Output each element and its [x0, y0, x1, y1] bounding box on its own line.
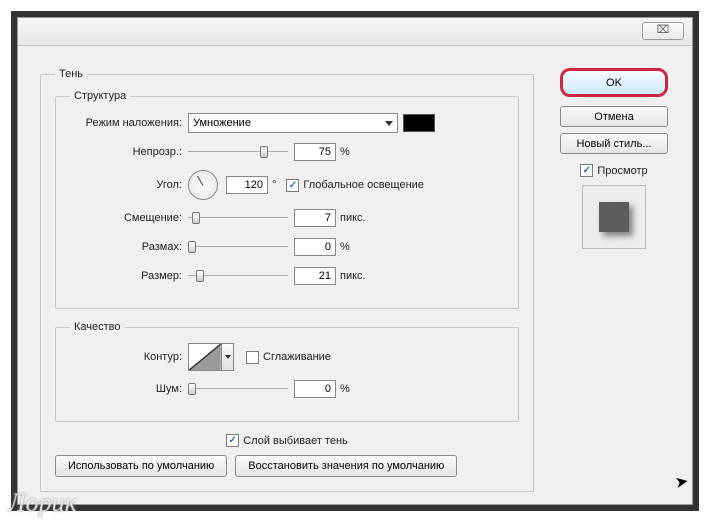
structure-group: Структура Режим наложения: Умножение — [55, 90, 519, 309]
spread-input[interactable] — [294, 238, 336, 256]
opacity-input[interactable] — [294, 143, 336, 161]
blend-mode-label: Режим наложения: — [70, 117, 188, 129]
make-default-button[interactable]: Использовать по умолчанию — [55, 455, 227, 477]
size-unit: пикс. — [340, 270, 366, 282]
spread-label: Размах: — [70, 241, 188, 253]
antialias-checkbox[interactable] — [246, 351, 259, 364]
chevron-down-icon — [385, 121, 393, 126]
quality-group: Качество Контур: — [55, 321, 519, 422]
contour-icon — [189, 344, 221, 370]
spread-unit: % — [340, 241, 350, 253]
preview-swatch — [599, 202, 629, 232]
slider-thumb[interactable] — [188, 241, 196, 253]
ok-button[interactable]: OK — [560, 68, 668, 97]
antialias-label[interactable]: Сглаживание — [263, 351, 331, 363]
new-style-button[interactable]: Новый стиль... — [560, 133, 668, 154]
noise-label: Шум: — [70, 383, 188, 395]
noise-input[interactable] — [294, 380, 336, 398]
angle-degree: ° — [272, 179, 276, 191]
noise-unit: % — [340, 383, 350, 395]
quality-legend: Качество — [70, 321, 125, 333]
size-input[interactable] — [294, 267, 336, 285]
blend-mode-value: Умножение — [193, 117, 251, 129]
opacity-unit: % — [340, 146, 350, 158]
titlebar: ⌧ — [18, 18, 692, 46]
global-light-checkbox[interactable] — [286, 179, 299, 192]
angle-input[interactable] — [226, 176, 268, 194]
distance-slider[interactable] — [188, 208, 288, 228]
size-label: Размер: — [70, 270, 188, 282]
distance-unit: пикс. — [340, 212, 366, 224]
close-icon[interactable]: ⌧ — [642, 22, 684, 40]
spread-slider[interactable] — [188, 237, 288, 257]
layer-knocks-label[interactable]: Слой выбивает тень — [243, 435, 348, 447]
global-light-label[interactable]: Глобальное освещение — [303, 179, 424, 191]
structure-legend: Структура — [70, 90, 130, 102]
color-swatch[interactable] — [403, 114, 435, 132]
opacity-label: Непрозр.: — [70, 146, 188, 158]
preview-box — [582, 185, 646, 249]
contour-picker[interactable] — [188, 343, 222, 371]
contour-label: Контур: — [70, 351, 188, 363]
slider-thumb[interactable] — [192, 212, 200, 224]
distance-label: Смещение: — [70, 212, 188, 224]
cancel-button[interactable]: Отмена — [560, 106, 668, 127]
shadow-group: Тень Структура Режим наложения: Умножени… — [40, 68, 534, 492]
blend-mode-combo[interactable]: Умножение — [188, 113, 398, 133]
angle-dial[interactable] — [188, 170, 218, 200]
distance-input[interactable] — [294, 209, 336, 227]
preview-checkbox[interactable] — [580, 164, 593, 177]
contour-dropdown[interactable] — [222, 343, 234, 371]
shadow-legend: Тень — [55, 68, 87, 80]
slider-thumb[interactable] — [260, 146, 268, 158]
preview-label[interactable]: Просмотр — [597, 165, 647, 177]
slider-thumb[interactable] — [196, 270, 204, 282]
opacity-slider[interactable] — [188, 142, 288, 162]
size-slider[interactable] — [188, 266, 288, 286]
reset-default-button[interactable]: Восстановить значения по умолчанию — [235, 455, 457, 477]
slider-thumb[interactable] — [188, 383, 196, 395]
angle-label: Угол: — [70, 179, 188, 191]
noise-slider[interactable] — [188, 379, 288, 399]
layer-knocks-checkbox[interactable] — [226, 434, 239, 447]
